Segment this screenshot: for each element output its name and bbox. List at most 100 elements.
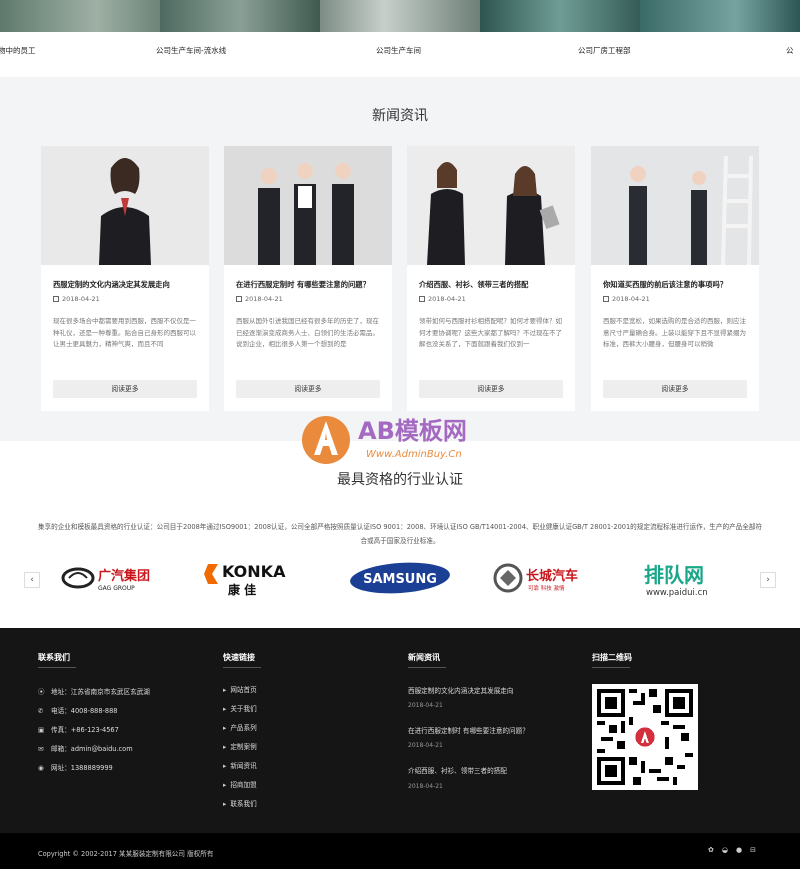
news-card-date-text: 2018-04-21 [612, 295, 650, 303]
svg-text:可靠 科技 激情: 可靠 科技 激情 [528, 584, 565, 592]
read-more-button[interactable]: 阅读更多 [603, 380, 747, 398]
news-image[interactable] [407, 146, 575, 265]
phone-icon: ✆ [38, 707, 44, 715]
news-card-title[interactable]: 介绍西服、衬衫、领带三者的搭配 [419, 280, 569, 290]
mail-icon: ✉ [38, 745, 44, 753]
gallery-photo[interactable] [640, 0, 800, 32]
map-marker-icon: ⦿ [38, 688, 45, 696]
svg-text:长城汽车: 长城汽车 [526, 568, 578, 584]
gallery-photo[interactable] [0, 0, 160, 32]
news-card-date: 2018-04-21 [236, 295, 283, 303]
copyright-text: Copyright © 2002-2017 某某服装定制有限公司 版权所有 [38, 850, 214, 858]
weibo-icon[interactable]: ◒ [722, 846, 728, 854]
svg-text:广汽集团: 广汽集团 [98, 568, 150, 584]
news-section: 新闻资讯 西服定制的文化内涵决定其发展走向 2018-04-21 现在很多场合中… [0, 77, 800, 441]
gallery-caption: 公 [786, 46, 794, 55]
footer-news-date: 2018-04-21 [408, 702, 443, 709]
footer-news-link[interactable]: 西服定制的文化内涵决定其发展走向 [408, 685, 514, 695]
svg-text:GAG GROUP: GAG GROUP [98, 585, 135, 592]
social-icons: ✿ ◒ ● ⊟ [708, 846, 756, 854]
gallery-caption: 公司生产车间 [376, 46, 421, 55]
news-card[interactable]: 在进行西服定制时 有哪些要注意的问题？ 2018-04-21 西服从国外引进我国… [224, 146, 392, 411]
footer-news-date: 2018-04-21 [408, 742, 443, 749]
cert-description: 集享的企业和模板最具资格的行业认证：公司目于2008年通过ISO9001：200… [37, 523, 763, 545]
calendar-icon [419, 296, 425, 302]
footer: 联系我们 ⦿ 地址：江苏省南京市玄武区玄武湖 ✆ 电话：4008-888-888 ▣… [0, 628, 800, 833]
contact-address: ⦿ 地址：江苏省南京市玄武区玄武湖 [38, 686, 150, 696]
news-image[interactable] [591, 146, 759, 265]
news-card-date: 2018-04-21 [419, 295, 466, 303]
svg-text:康 佳: 康 佳 [228, 582, 256, 597]
contact-email-text: 邮箱：admin@baidu.com [51, 745, 133, 753]
watermark-logo: AB模板网 Www.AdminBuy.Cn [296, 395, 516, 475]
contact-email: ✉ 邮箱：admin@baidu.com [38, 743, 133, 753]
footer-link-cases[interactable]: 定制案例 [223, 741, 256, 751]
partner-logo-samsung[interactable]: SAMSUNG [348, 558, 452, 598]
svg-text:www.paidui.cn: www.paidui.cn [646, 588, 708, 598]
contact-website: ◉ 网址：1388889999 [38, 762, 113, 772]
news-card-title[interactable]: 你知道买西服的前后该注意的事项吗？ [603, 280, 753, 290]
gallery-photo[interactable] [160, 0, 320, 32]
contact-website-text: 网址：1388889999 [51, 764, 113, 772]
news-card-excerpt: 西服从国外引进我国已经有很多年的历史了，现在已经逐渐演变成商务人士、白领们的生活… [236, 317, 379, 348]
footer-link-about[interactable]: 关于我们 [223, 703, 256, 713]
news-card[interactable]: 西服定制的文化内涵决定其发展走向 2018-04-21 现在很多场合中都需要用到… [41, 146, 209, 411]
news-card-title[interactable]: 西服定制的文化内涵决定其发展走向 [53, 280, 203, 290]
footer-qr-title: 扫描二维码 [592, 653, 632, 668]
footer-link-contact[interactable]: 联系我们 [223, 798, 256, 808]
news-card-date: 2018-04-21 [603, 295, 650, 303]
contact-fax-text: 传真：+86-123-4567 [51, 726, 119, 734]
footer-link-news[interactable]: 新闻资讯 [223, 760, 256, 770]
partner-logo-greatwall[interactable]: 长城汽车 可靠 科技 激情 [492, 558, 600, 598]
news-card-title[interactable]: 在进行西服定制时 有哪些要注意的问题？ [236, 280, 386, 290]
news-card-excerpt: 西服不是宽松，如果选购的是合适的西服，则应注意尺寸严量确合身。上装以能穿下且不显… [603, 317, 746, 348]
calendar-icon [236, 296, 242, 302]
gallery-caption: 物中的员工 [0, 46, 36, 55]
partner-logo-gac[interactable]: 广汽集团 GAG GROUP [60, 558, 160, 598]
read-more-button[interactable]: 阅读更多 [53, 380, 197, 398]
news-card-excerpt: 领带如何与西服衬衫相搭配呢？如何才要得体？如何才要协调呢？这些大家都了解吗？不过… [419, 317, 562, 348]
footer-news-link[interactable]: 介绍西服、衬衫、领带三者的搭配 [408, 765, 507, 775]
gallery-caption: 公司生产车间-流水线 [156, 46, 227, 55]
contact-phone: ✆ 电话：4008-888-888 [38, 705, 118, 715]
svg-text:AB模板网: AB模板网 [358, 417, 467, 445]
footer-link-franchise[interactable]: 招商加盟 [223, 779, 256, 789]
contact-fax: ▣ 传真：+86-123-4567 [38, 724, 119, 734]
news-card[interactable]: 介绍西服、衬衫、领带三者的搭配 2018-04-21 领带如何与西服衬衫相搭配呢… [407, 146, 575, 411]
svg-text:KONKA: KONKA [222, 562, 286, 581]
news-card[interactable]: 你知道买西服的前后该注意的事项吗？ 2018-04-21 西服不是宽松，如果选购… [591, 146, 759, 411]
qr-code [592, 684, 698, 790]
footer-news-link[interactable]: 在进行西服定制时 有哪些要注意的问题？ [408, 725, 529, 735]
gallery-caption: 公司厂房工程部 [578, 46, 631, 55]
partner-logo-paidui[interactable]: 排队网 www.paidui.cn [640, 558, 740, 598]
svg-text:Www.AdminBuy.Cn: Www.AdminBuy.Cn [366, 449, 462, 460]
footer-news-title: 新闻资讯 [408, 653, 446, 668]
carousel-next-button[interactable]: › [760, 572, 776, 588]
print-icon: ▣ [38, 726, 45, 734]
gallery-photo[interactable] [320, 0, 480, 32]
news-card-date: 2018-04-21 [53, 295, 100, 303]
calendar-icon [603, 296, 609, 302]
news-image[interactable] [224, 146, 392, 265]
news-card-excerpt: 现在很多场合中都需要用到西服，西服不仅仅是一种礼仪，还是一种尊重。贴合自己身形的… [53, 317, 196, 348]
footer-link-home[interactable]: 网站首页 [223, 684, 256, 694]
wechat-icon[interactable]: ✿ [708, 846, 714, 854]
partner-logo-konka[interactable]: KONKA 康 佳 [204, 558, 308, 598]
cert-section-title: 最具资格的行业认证 [337, 472, 463, 488]
calendar-icon [53, 296, 59, 302]
contact-phone-text: 电话：4008-888-888 [51, 707, 118, 715]
globe-icon: ◉ [38, 764, 44, 772]
gallery-photo[interactable] [480, 0, 640, 32]
carousel-prev-button[interactable]: ‹ [24, 572, 40, 588]
news-image[interactable] [41, 146, 209, 265]
footer-link-products[interactable]: 产品系列 [223, 722, 256, 732]
svg-text:排队网: 排队网 [644, 563, 704, 587]
contact-address-text: 地址：江苏省南京市玄武区玄武湖 [51, 688, 150, 696]
svg-text:SAMSUNG: SAMSUNG [363, 572, 437, 587]
qq-icon[interactable]: ● [736, 846, 742, 854]
news-card-date-text: 2018-04-21 [245, 295, 283, 303]
news-section-title: 新闻资讯 [372, 108, 428, 124]
shop-icon[interactable]: ⊟ [750, 846, 756, 854]
footer-news-date: 2018-04-21 [408, 783, 443, 790]
gallery-strip [0, 0, 800, 32]
